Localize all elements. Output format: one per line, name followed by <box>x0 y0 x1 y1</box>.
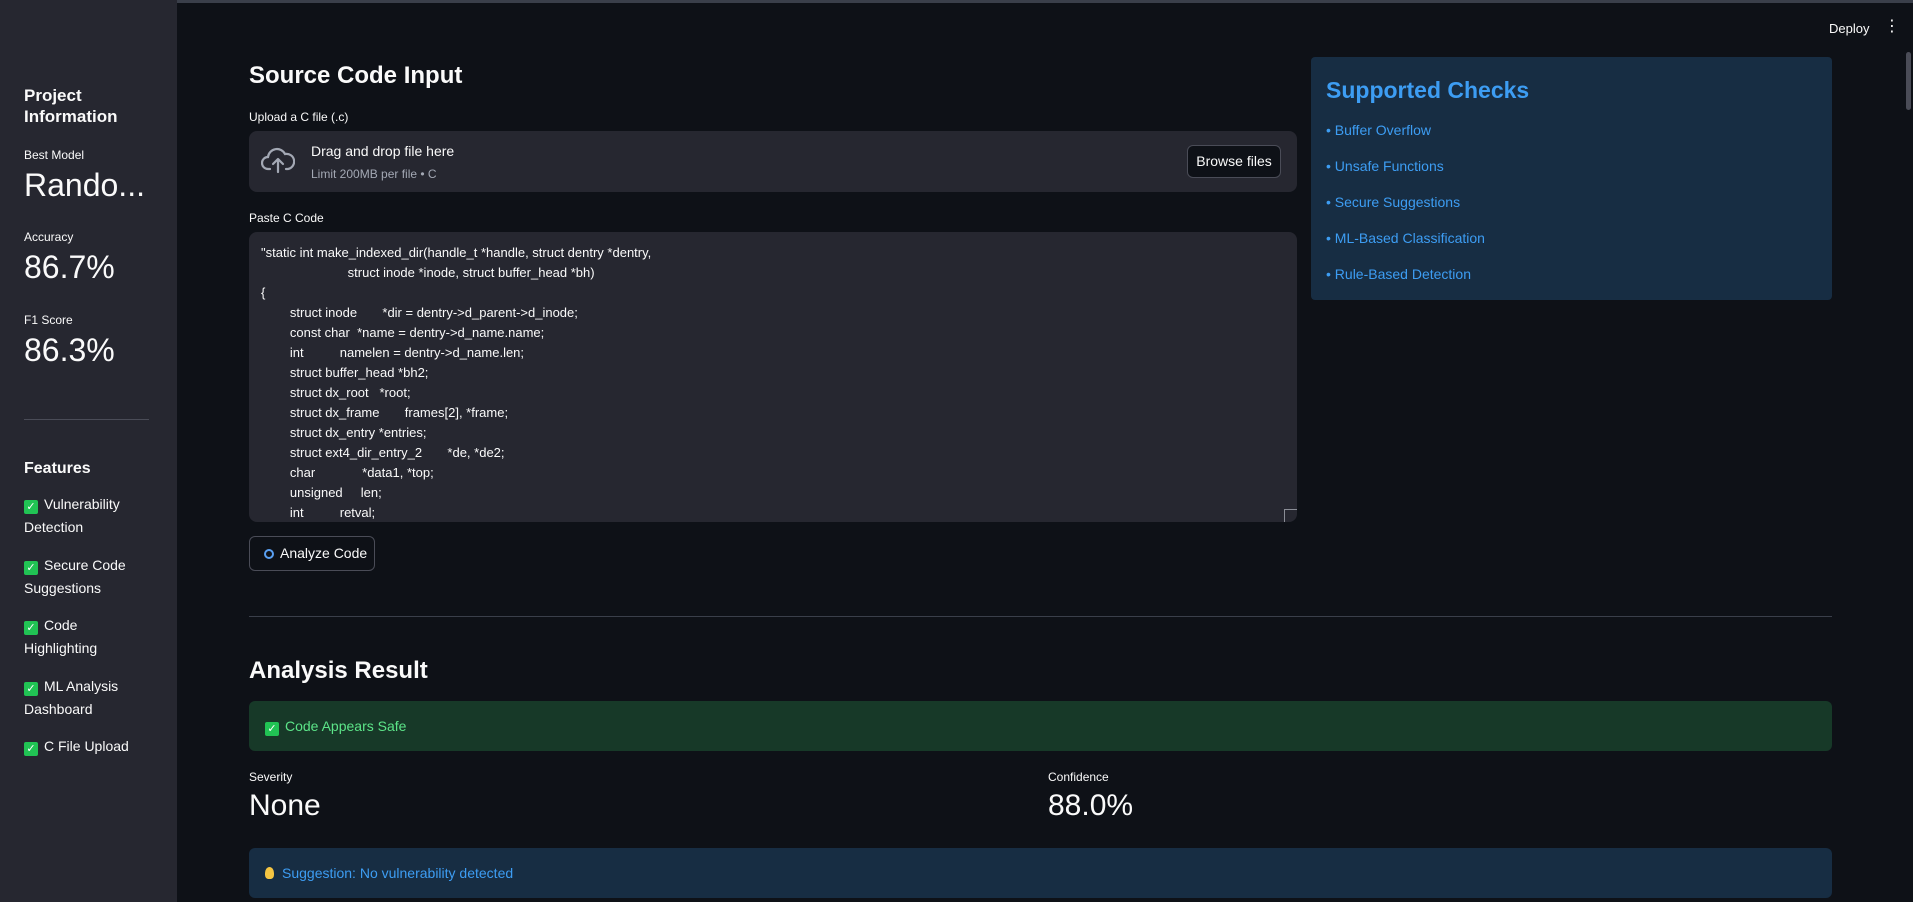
confidence-label: Confidence <box>1048 770 1109 784</box>
code-line: struct dx_frame frames[2], *frame; <box>261 405 509 420</box>
feature-label: ML Analysis Dashboard <box>24 678 119 717</box>
check-item: • Buffer Overflow <box>1326 122 1432 138</box>
top-decoration-bar <box>0 0 1913 3</box>
feature-item: ✓ Secure Code Suggestions <box>24 554 154 600</box>
check-icon: ✓ <box>24 742 38 756</box>
features-heading: Features <box>24 460 91 477</box>
check-icon: ✓ <box>24 621 38 635</box>
code-line: int namelen = dentry->d_name.len; <box>261 345 525 360</box>
feature-item: ✓ ML Analysis Dashboard <box>24 675 154 721</box>
sidebar: Project Information Best Model Rando... … <box>0 0 177 902</box>
metric-value-best-model: Rando... <box>24 167 145 203</box>
code-line: struct inode *dir = dentry->d_parent->d_… <box>261 305 578 320</box>
severity-label: Severity <box>249 770 293 784</box>
code-line: struct dx_entry *entries; <box>261 425 427 440</box>
source-input-title: Source Code Input <box>249 62 463 89</box>
confidence-value: 88.0% <box>1048 789 1134 822</box>
safe-status-alert: ✓ Code Appears Safe <box>249 701 1832 751</box>
feature-item: ✓ Vulnerability Detection <box>24 493 154 539</box>
dropzone-instructions: Drag and drop file here <box>311 143 455 159</box>
section-divider <box>249 616 1832 617</box>
paste-code-label: Paste C Code <box>249 211 324 225</box>
main-menu-icon[interactable]: ⋮ <box>1884 19 1900 35</box>
file-dropzone[interactable]: Drag and drop file here Limit 200MB per … <box>249 131 1297 192</box>
feature-item: ✓ C File Upload <box>24 735 154 758</box>
code-line: struct ext4_dir_entry_2 *de, *de2; <box>261 445 505 460</box>
browse-files-button[interactable]: Browse files <box>1187 145 1281 178</box>
metric-label-accuracy: Accuracy <box>24 230 74 244</box>
check-icon: ✓ <box>24 561 38 575</box>
page-scrollbar[interactable] <box>1906 52 1911 110</box>
code-line: struct buffer_head *bh2; <box>261 365 429 380</box>
magnifier-icon <box>264 549 274 559</box>
suggestion-text: Suggestion: No vulnerability detected <box>282 865 514 881</box>
feature-label: Vulnerability Detection <box>24 496 120 535</box>
upload-label: Upload a C file (.c) <box>249 110 349 124</box>
check-icon: ✓ <box>24 500 38 514</box>
supported-checks-title: Supported Checks <box>1326 77 1530 103</box>
lightbulb-icon <box>265 867 274 879</box>
safe-status-text: Code Appears Safe <box>285 718 407 734</box>
analysis-result-title: Analysis Result <box>249 657 428 684</box>
code-line: "static int make_indexed_dir(handle_t *h… <box>261 245 652 260</box>
code-line: char *data1, *top; <box>261 465 434 480</box>
feature-label: Secure Code Suggestions <box>24 557 126 596</box>
metric-value-f1-score: 86.3% <box>24 332 115 368</box>
check-icon: ✓ <box>265 722 279 736</box>
sidebar-divider <box>24 419 149 420</box>
sidebar-title: Project Information <box>24 86 118 126</box>
code-textarea[interactable]: "static int make_indexed_dir(handle_t *h… <box>249 232 1297 522</box>
metric-label-best-model: Best Model <box>24 148 85 162</box>
metric-value-accuracy: 86.7% <box>24 249 115 285</box>
check-item: • Unsafe Functions <box>1326 158 1444 174</box>
code-line: struct inode *inode, struct buffer_head … <box>261 265 595 280</box>
check-item: • ML-Based Classification <box>1326 230 1485 246</box>
check-item: • Secure Suggestions <box>1326 194 1461 210</box>
check-item: • Rule-Based Detection <box>1326 266 1471 282</box>
dropzone-limit: Limit 200MB per file • C <box>311 167 437 181</box>
suggestion-alert: Suggestion: No vulnerability detected <box>249 848 1832 898</box>
severity-value: None <box>249 789 321 822</box>
code-line: const char *name = dentry->d_name.name; <box>261 325 545 340</box>
code-line: unsigned len; <box>261 485 382 500</box>
analyze-code-label: Analyze Code <box>280 545 368 561</box>
analyze-code-button[interactable]: Analyze Code <box>249 536 375 571</box>
deploy-button[interactable]: Deploy <box>1829 21 1869 36</box>
check-icon: ✓ <box>24 682 38 696</box>
cloud-upload-icon <box>261 147 295 174</box>
code-line: struct dx_root *root; <box>261 385 411 400</box>
metric-label-f1-score: F1 Score <box>24 313 73 327</box>
feature-item: ✓ Code Highlighting <box>24 614 154 660</box>
textarea-resize-handle[interactable] <box>1284 509 1297 522</box>
supported-checks-panel: Supported Checks • Buffer Overflow • Uns… <box>1311 57 1832 300</box>
code-line: { <box>261 285 266 300</box>
feature-label: C File Upload <box>44 738 129 754</box>
code-line: int retval; <box>261 505 376 520</box>
